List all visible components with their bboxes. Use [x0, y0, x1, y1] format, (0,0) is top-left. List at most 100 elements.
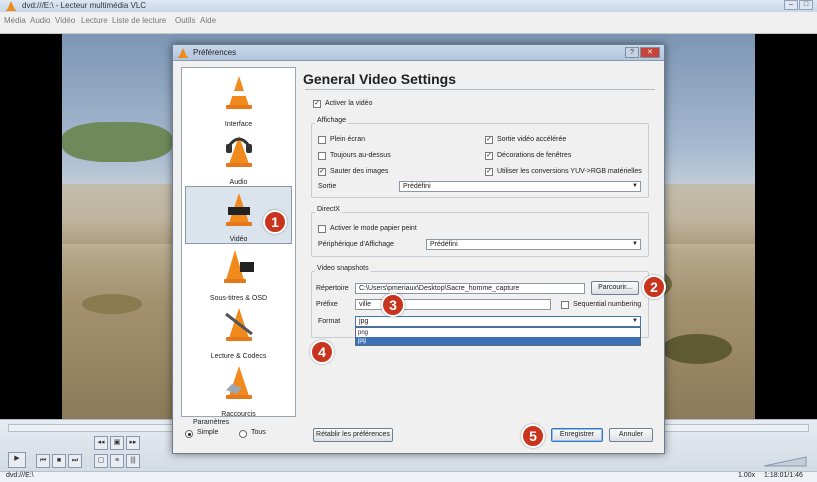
preferences-dialog: Préférences ? ✕ Interface Audio Vidéo So… — [172, 44, 665, 454]
params-label: Paramètres — [193, 419, 230, 426]
divider — [305, 89, 655, 90]
window-controls: – □ — [784, 0, 813, 10]
video-icon — [225, 193, 252, 226]
format-option[interactable]: jpg — [356, 337, 640, 345]
fullscreen-label: Plein écran — [330, 136, 366, 143]
reset-preferences-button[interactable]: Rétablir les préférences — [313, 428, 393, 442]
minimize-button[interactable]: – — [784, 0, 798, 10]
menu-help[interactable]: Aide — [200, 16, 216, 25]
playlist-button[interactable]: ||| — [126, 454, 140, 468]
panel-title: General Video Settings — [303, 71, 457, 87]
callout-badge: 1 — [263, 210, 287, 234]
codecs-icon — [224, 308, 253, 341]
category-subtitles[interactable]: Sous-titres & OSD — [185, 244, 292, 302]
category-codecs[interactable]: Lecture & Codecs — [185, 302, 292, 360]
vlc-cone-icon — [6, 1, 16, 11]
sequential-numbering-checkbox[interactable] — [561, 301, 569, 309]
menu-bar: Média Audio Vidéo Lecture Liste de lectu… — [0, 12, 817, 34]
chevron-down-icon: ▼ — [632, 241, 638, 247]
menu-button[interactable]: ▣ — [110, 436, 124, 450]
always-on-top-checkbox[interactable] — [318, 152, 326, 160]
sequential-numbering-label: Sequential numbering — [573, 301, 642, 308]
audio-icon — [225, 136, 252, 167]
prev-chapter-button[interactable]: ◂◂ — [94, 436, 108, 450]
category-sidebar: Interface Audio Vidéo Sous-titres & OSD — [181, 67, 296, 418]
format-value: jpg — [359, 318, 369, 325]
skip-frames-label: Sauter des images — [330, 168, 389, 175]
help-button[interactable]: ? — [625, 47, 639, 58]
cancel-button[interactable]: Annuler — [609, 428, 653, 442]
window-decorations-label: Décorations de fenêtres — [497, 152, 572, 159]
accel-output-label: Sortie vidéo accélérée — [497, 136, 567, 143]
extended-settings-button[interactable]: ≡ — [110, 454, 124, 468]
maximize-button[interactable]: □ — [799, 0, 813, 10]
previous-button[interactable]: ⏮ — [36, 454, 50, 468]
save-button[interactable]: Enregistrer — [551, 428, 603, 442]
enable-video-label: Activer la vidéo — [325, 100, 373, 107]
status-path: dvd:///E:\ — [6, 472, 34, 479]
category-label: Lecture & Codecs — [210, 353, 267, 360]
skip-frames-checkbox[interactable]: ✓ — [318, 168, 326, 176]
enable-video-checkbox[interactable]: ✓ — [313, 100, 321, 108]
format-option[interactable]: png — [356, 329, 640, 337]
menu-video[interactable]: Vidéo — [55, 16, 75, 25]
directx-group — [311, 212, 649, 257]
subtitles-icon — [223, 250, 254, 283]
status-bar: dvd:///E:\ 1.00x 1:18:01/1:46 — [0, 471, 817, 482]
callout-badge: 3 — [381, 293, 405, 317]
directx-group-title: DirectX — [315, 206, 342, 213]
mode-all-label: Tous — [251, 429, 266, 436]
category-interface[interactable]: Interface — [185, 70, 292, 128]
dialog-title: Préférences — [193, 48, 237, 57]
always-on-top-label: Toujours au-dessus — [330, 152, 391, 159]
next-button[interactable]: ⏭ — [68, 454, 82, 468]
format-dropdown-list: png jpg — [355, 327, 641, 346]
mode-simple-radio[interactable] — [185, 430, 193, 438]
hotkeys-icon — [225, 366, 252, 399]
output-value: Prédéfini — [403, 183, 431, 190]
snapshots-group-title: Video snapshots — [315, 265, 371, 272]
stop-button[interactable]: ■ — [52, 454, 66, 468]
accel-output-checkbox[interactable]: ✓ — [485, 136, 493, 144]
callout-badge: 2 — [642, 275, 666, 299]
yuv-rgb-label: Utiliser les conversions YUV->RGB matéri… — [497, 168, 642, 175]
mode-all-radio[interactable] — [239, 430, 247, 438]
format-select[interactable]: jpg ▼ — [355, 316, 641, 327]
vlc-titlebar: dvd:///E:\ - Lecteur multimédia VLC – □ — [0, 0, 817, 12]
directory-label: Répertoire — [316, 285, 349, 292]
browse-button[interactable]: Parcourir... — [591, 281, 639, 295]
menu-playlist[interactable]: Liste de lecture — [112, 16, 166, 25]
wallpaper-mode-label: Activer le mode papier peint — [330, 225, 417, 232]
chevron-down-icon: ▼ — [632, 183, 638, 189]
prefix-label: Préfixe — [316, 301, 338, 308]
category-hotkeys[interactable]: Raccourcis — [185, 360, 292, 418]
play-button[interactable]: ▶ — [8, 452, 26, 468]
wallpaper-mode-checkbox[interactable] — [318, 225, 326, 233]
callout-badge: 5 — [521, 424, 545, 448]
volume-slider[interactable] — [760, 454, 808, 468]
callout-badge: 4 — [310, 340, 334, 364]
fullscreen-button[interactable]: ▢ — [94, 454, 108, 468]
volume-icon — [763, 456, 807, 467]
status-speed[interactable]: 1.00x — [738, 472, 755, 479]
interface-icon — [225, 76, 252, 109]
next-chapter-button[interactable]: ▸▸ — [126, 436, 140, 450]
menu-tools[interactable]: Outils — [175, 16, 195, 25]
window-decorations-checkbox[interactable]: ✓ — [485, 152, 493, 160]
display-device-select[interactable]: Prédéfini ▼ — [426, 239, 641, 250]
category-label: Sous-titres & OSD — [209, 295, 268, 302]
menu-media[interactable]: Média — [4, 16, 26, 25]
output-select[interactable]: Prédéfini ▼ — [399, 181, 641, 192]
category-audio[interactable]: Audio — [185, 128, 292, 186]
video-palms — [62, 122, 172, 162]
display-group-title: Affichage — [315, 117, 349, 124]
menu-audio[interactable]: Audio — [30, 16, 50, 25]
category-label: Vidéo — [229, 236, 248, 243]
close-button[interactable]: ✕ — [640, 47, 660, 58]
status-time: 1:18:01/1:46 — [764, 472, 803, 479]
window-title: dvd:///E:\ - Lecteur multimédia VLC — [22, 1, 147, 10]
fullscreen-checkbox[interactable] — [318, 136, 326, 144]
vlc-cone-icon — [178, 48, 188, 58]
yuv-rgb-checkbox[interactable]: ✓ — [485, 168, 493, 176]
menu-playback[interactable]: Lecture — [81, 16, 108, 25]
